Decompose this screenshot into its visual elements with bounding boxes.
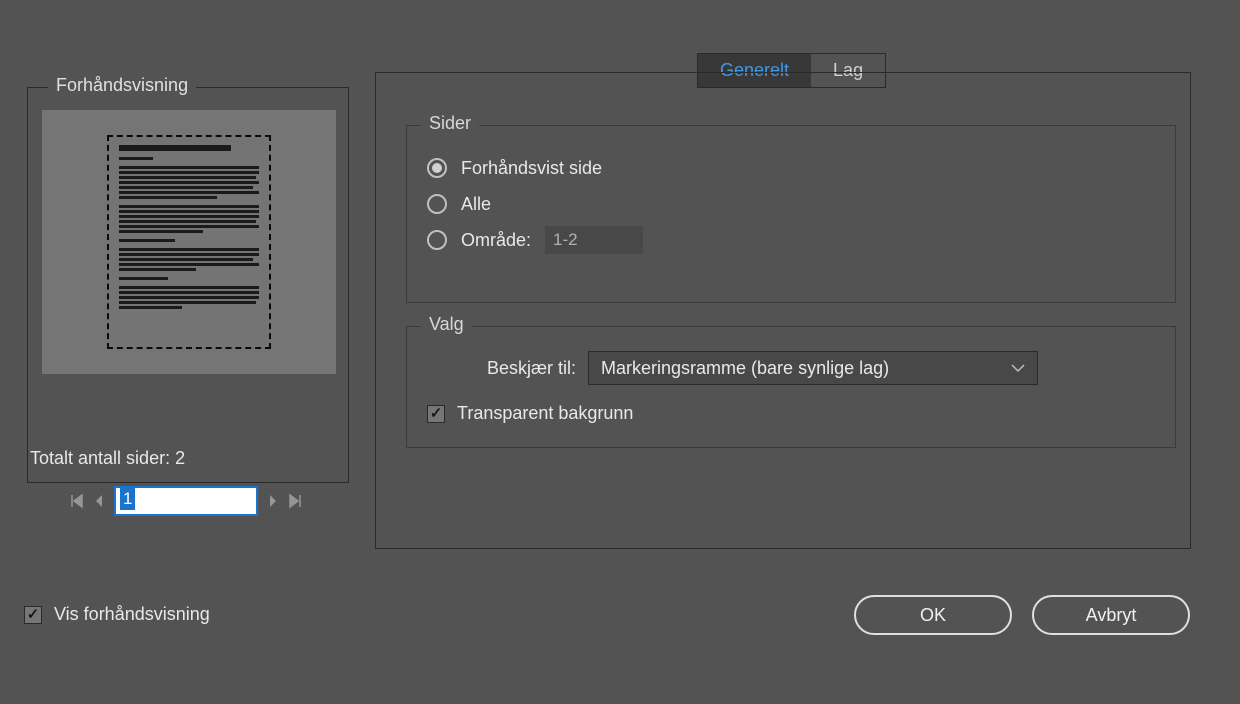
last-page-icon[interactable]: [288, 493, 302, 509]
cancel-button[interactable]: Avbryt: [1032, 595, 1190, 635]
show-preview-checkbox[interactable]: [24, 606, 42, 624]
crop-dropdown[interactable]: Markeringsramme (bare synlige lag): [588, 351, 1038, 385]
prev-page-icon[interactable]: [94, 493, 104, 509]
radio-range-label: Område:: [461, 230, 531, 251]
radio-range[interactable]: [427, 230, 447, 250]
preview-area: [42, 110, 336, 374]
pages-group: Sider Forhåndsvist side Alle Område:: [406, 125, 1176, 303]
first-page-icon[interactable]: [70, 493, 84, 509]
options-legend: Valg: [421, 314, 472, 335]
radio-all[interactable]: [427, 194, 447, 214]
show-preview-label: Vis forhåndsvisning: [54, 604, 210, 625]
transparent-bg-checkbox[interactable]: [427, 405, 445, 423]
total-pages-label: Totalt antall sider: 2: [30, 448, 185, 469]
preview-group: Forhåndsvisning 1: [27, 87, 349, 483]
radio-row-all: Alle: [407, 186, 1175, 222]
crop-dropdown-value: Markeringsramme (bare synlige lag): [601, 358, 889, 379]
show-preview-row: Vis forhåndsvisning: [24, 604, 210, 625]
dialog-buttons: OK Avbryt: [854, 595, 1190, 635]
crop-label: Beskjær til:: [487, 358, 576, 379]
page-nav: 1: [70, 486, 302, 516]
transparent-bg-label: Transparent bakgrunn: [457, 403, 633, 424]
ok-button[interactable]: OK: [854, 595, 1012, 635]
options-group: Valg Beskjær til: Markeringsramme (bare …: [406, 326, 1176, 448]
radio-row-range: Område:: [407, 222, 1175, 258]
radio-previewed-label: Forhåndsvist side: [461, 158, 602, 179]
radio-row-previewed: Forhåndsvist side: [407, 150, 1175, 186]
pages-legend: Sider: [421, 113, 479, 134]
chevron-down-icon: [1011, 363, 1025, 373]
next-page-icon[interactable]: [268, 493, 278, 509]
preview-document: [107, 135, 271, 349]
range-input[interactable]: [545, 226, 643, 254]
page-input-value: 1: [120, 488, 135, 510]
preview-legend: Forhåndsvisning: [48, 75, 196, 96]
radio-all-label: Alle: [461, 194, 491, 215]
page-input[interactable]: 1: [114, 486, 258, 516]
radio-previewed[interactable]: [427, 158, 447, 178]
